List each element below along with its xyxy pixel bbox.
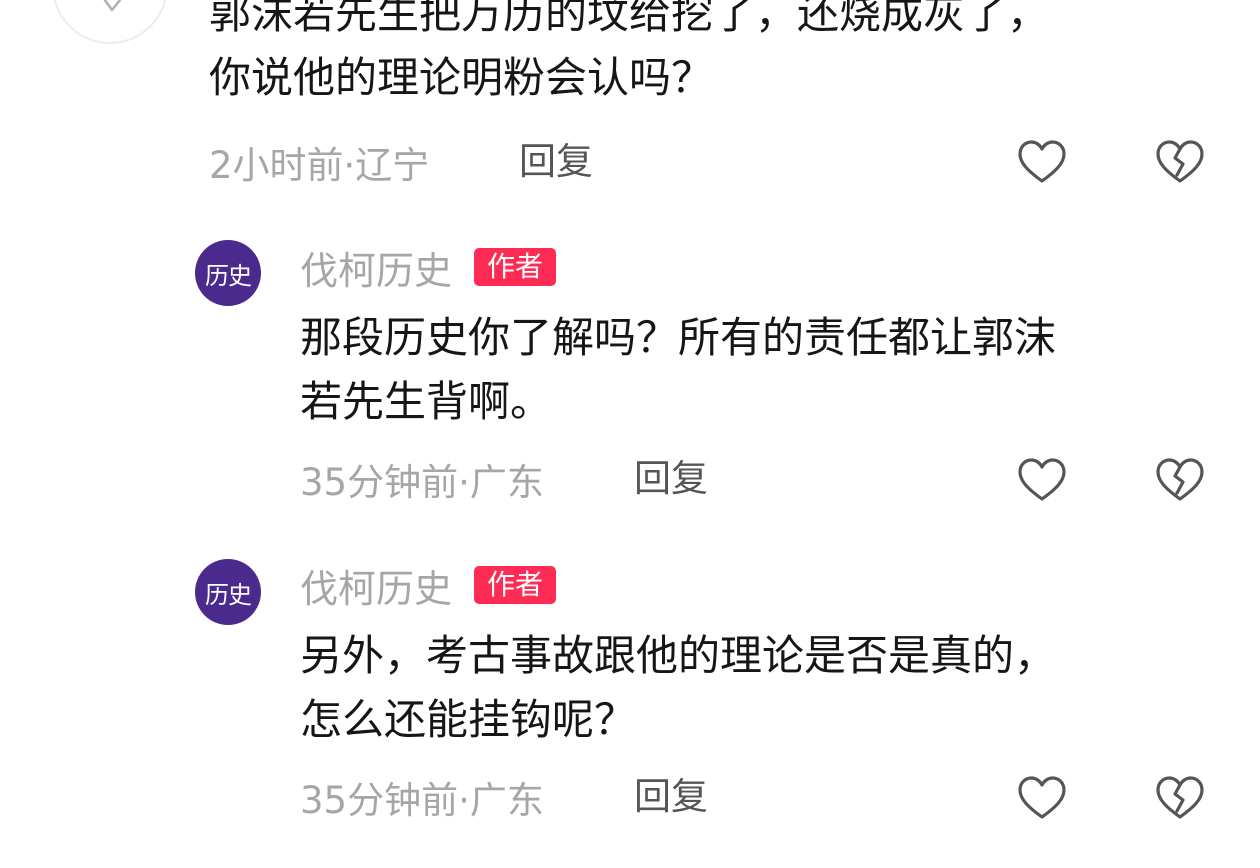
reply-meta-row: 35分钟前·广东 回复 xyxy=(300,454,1000,504)
broken-heart-icon[interactable] xyxy=(1154,773,1206,825)
author-line: 伐柯历史 作者 xyxy=(300,558,557,613)
reply-button[interactable]: 回复 xyxy=(634,454,708,504)
comment-meta-row: 2小时前·辽宁 回复 xyxy=(209,137,1249,187)
broken-heart-icon[interactable] xyxy=(1154,137,1206,189)
reply-button[interactable]: 回复 xyxy=(519,137,593,187)
comment-thread: 郭沫若先生把万历的坟给挖了，还烧成灰了， 你说他的理论明粉会认吗？ 2小时前·辽… xyxy=(0,0,1260,868)
heart-outline-icon[interactable] xyxy=(1016,773,1068,825)
author-name[interactable]: 伐柯历史 xyxy=(300,558,452,613)
broken-heart-icon[interactable] xyxy=(1154,455,1206,507)
reply-time-location: 35分钟前·广东 xyxy=(300,461,544,504)
reply-text: 另外，考古事故跟他的理论是否是真的， 怎么还能挂钩呢？ xyxy=(300,631,1057,744)
heart-outline-icon[interactable] xyxy=(1016,455,1068,507)
comment-time-location: 2小时前·辽宁 xyxy=(209,144,430,187)
reply-time-location: 35分钟前·广东 xyxy=(300,779,544,822)
author-badge: 作者 xyxy=(474,248,557,286)
avatar-glyph-icon xyxy=(103,0,122,12)
reply-text: 那段历史你了解吗？所有的责任都让郭沫 若先生背啊。 xyxy=(300,313,1057,426)
comment-text: 郭沫若先生把万历的坟给挖了，还烧成灰了， 你说他的理论明粉会认吗？ xyxy=(209,0,1050,102)
heart-outline-icon[interactable] xyxy=(1016,137,1068,189)
author-avatar[interactable]: 历史 xyxy=(195,559,261,625)
author-avatar[interactable]: 历史 xyxy=(195,240,261,306)
reply-meta-row: 35分钟前·广东 回复 xyxy=(300,772,1000,822)
author-name[interactable]: 伐柯历史 xyxy=(300,240,452,295)
author-badge: 作者 xyxy=(474,566,557,604)
reply-button[interactable]: 回复 xyxy=(634,772,708,822)
user-avatar[interactable] xyxy=(52,0,168,44)
author-line: 伐柯历史 作者 xyxy=(300,240,557,295)
